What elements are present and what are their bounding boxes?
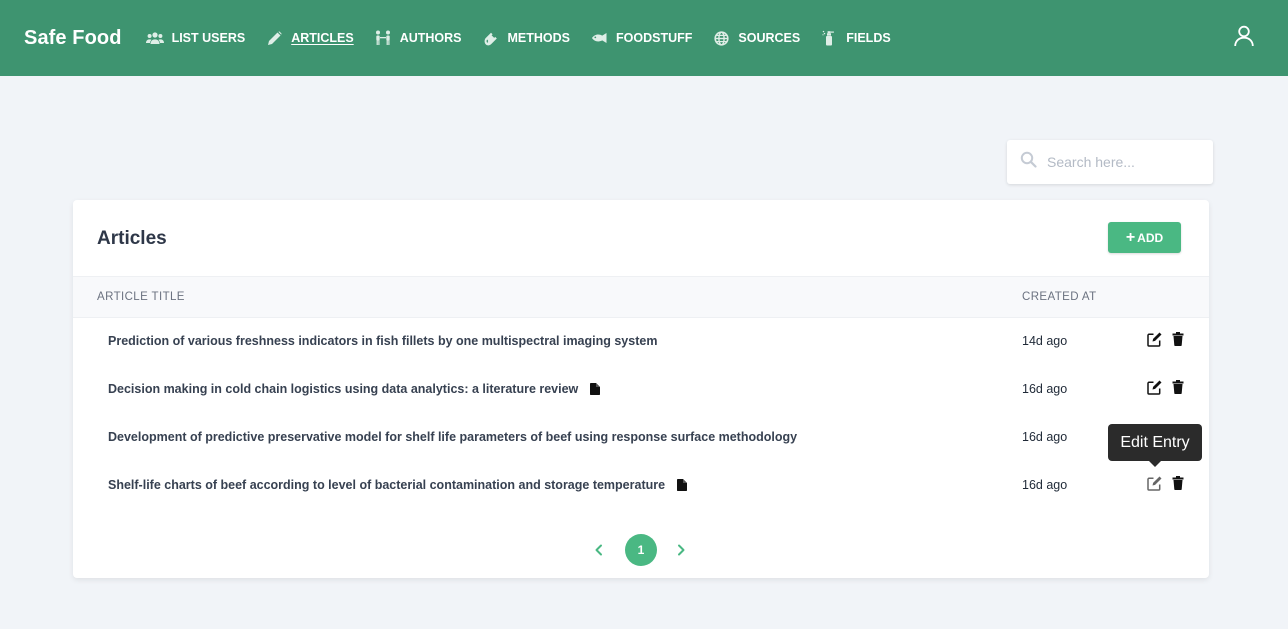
article-title-cell: Prediction of various freshness indicato… bbox=[108, 334, 657, 348]
article-title[interactable]: Development of predictive preservative m… bbox=[108, 430, 797, 444]
brand-logo[interactable]: Safe Food bbox=[24, 27, 122, 50]
column-header-article-title: ARTICLE TITLE bbox=[97, 291, 185, 303]
nav-label: LIST USERS bbox=[171, 31, 246, 45]
edit-icon[interactable] bbox=[1147, 380, 1163, 396]
table-header: ARTICLE TITLE CREATED AT bbox=[73, 276, 1209, 318]
users-icon bbox=[145, 29, 164, 47]
edit-icon[interactable] bbox=[1147, 332, 1163, 348]
user-icon bbox=[1234, 25, 1254, 47]
created-at: 16d ago bbox=[1022, 382, 1068, 396]
nav-label: AUTHORS bbox=[399, 31, 462, 45]
article-title-cell: Development of predictive preservative m… bbox=[108, 430, 797, 444]
trash-icon[interactable] bbox=[1172, 476, 1186, 492]
table-row: Development of predictive preservative m… bbox=[73, 414, 1209, 462]
nav-item-list-users[interactable]: LIST USERS bbox=[145, 29, 246, 47]
document-icon[interactable] bbox=[677, 479, 688, 491]
main-nav: LIST USERS ARTICLES AUTHORS METHODS FOOD… bbox=[145, 29, 911, 47]
search-box bbox=[1007, 140, 1213, 184]
user-menu-button[interactable] bbox=[1232, 24, 1256, 48]
pencil-icon bbox=[265, 29, 283, 47]
pagination: 1 bbox=[73, 534, 1209, 566]
edit-entry-tooltip: Edit Entry bbox=[1108, 424, 1202, 467]
authors-icon bbox=[374, 29, 392, 47]
search-icon bbox=[1020, 151, 1037, 173]
spray-icon bbox=[820, 29, 838, 47]
created-at: 16d ago bbox=[1022, 478, 1068, 492]
edit-icon[interactable] bbox=[1147, 476, 1163, 492]
nav-label: ARTICLES bbox=[291, 31, 354, 45]
chevron-right-icon[interactable] bbox=[673, 542, 689, 558]
nav-label: FOODSTUFF bbox=[616, 31, 693, 45]
page-title: Articles bbox=[97, 228, 167, 249]
nav-item-sources[interactable]: SOURCES bbox=[712, 29, 800, 47]
created-at: 16d ago bbox=[1022, 430, 1068, 444]
nav-label: FIELDS bbox=[846, 31, 891, 45]
table-row: Decision making in cold chain logistics … bbox=[73, 366, 1209, 414]
globe-icon bbox=[712, 29, 730, 47]
chevron-left-icon[interactable] bbox=[591, 542, 607, 558]
article-title[interactable]: Prediction of various freshness indicato… bbox=[108, 334, 657, 348]
fish-icon bbox=[590, 29, 608, 47]
document-icon[interactable] bbox=[590, 383, 601, 395]
add-button-label: ADD bbox=[1137, 230, 1164, 245]
table-row: Shelf-life charts of beef according to l… bbox=[73, 462, 1209, 510]
nav-item-foodstuff[interactable]: FOODSTUFF bbox=[590, 29, 692, 47]
article-title[interactable]: Shelf-life charts of beef according to l… bbox=[108, 478, 665, 492]
trash-icon[interactable] bbox=[1172, 380, 1186, 396]
article-title[interactable]: Decision making in cold chain logistics … bbox=[108, 382, 578, 396]
top-navbar: Safe Food LIST USERS ARTICLES AUTHORS ME… bbox=[0, 0, 1288, 76]
nav-label: METHODS bbox=[507, 31, 571, 45]
article-title-cell: Shelf-life charts of beef according to l… bbox=[108, 478, 688, 492]
trash-icon[interactable] bbox=[1172, 332, 1186, 348]
nav-item-methods[interactable]: METHODS bbox=[482, 29, 571, 47]
page-number-button[interactable]: 1 bbox=[625, 534, 657, 566]
created-at: 14d ago bbox=[1022, 334, 1068, 348]
nav-label: SOURCES bbox=[738, 31, 801, 45]
article-title-cell: Decision making in cold chain logistics … bbox=[108, 382, 601, 396]
nav-item-articles[interactable]: ARTICLES bbox=[265, 29, 354, 47]
search-input[interactable] bbox=[1047, 154, 1197, 170]
table-row: Prediction of various freshness indicato… bbox=[73, 318, 1209, 366]
plus-icon: + bbox=[1125, 228, 1136, 246]
nav-item-authors[interactable]: AUTHORS bbox=[374, 29, 462, 47]
articles-card: Articles + ADD ARTICLE TITLE CREATED AT … bbox=[73, 200, 1209, 578]
column-header-created-at: CREATED AT bbox=[1022, 291, 1097, 303]
nav-item-fields[interactable]: FIELDS bbox=[820, 29, 891, 47]
add-button[interactable]: + ADD bbox=[1108, 222, 1181, 253]
flask-icon bbox=[482, 29, 500, 47]
